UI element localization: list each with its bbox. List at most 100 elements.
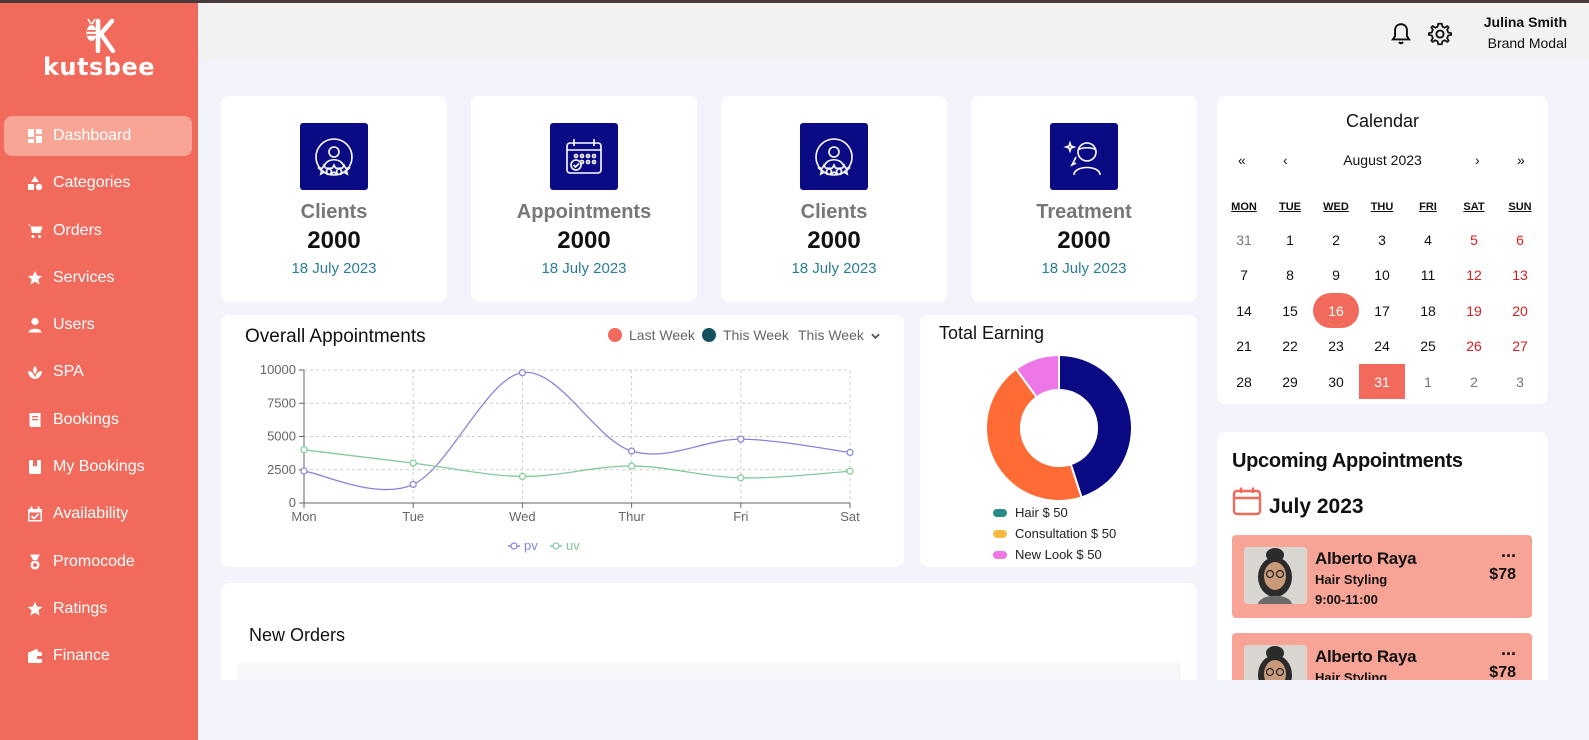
bell-icon[interactable] — [1388, 21, 1414, 47]
y-tick-label: 10000 — [260, 362, 296, 377]
calendar-day[interactable]: 17 — [1359, 293, 1405, 328]
appointment-price: $78 — [1489, 566, 1516, 583]
calendar-day[interactable]: 2 — [1313, 222, 1359, 257]
appointments-chart-card: Overall Appointments Last Week This Week… — [221, 315, 904, 567]
calendar-day-today[interactable]: 16 — [1313, 293, 1359, 328]
prev-month-button[interactable]: ‹ — [1283, 152, 1288, 168]
appointment-client-name: Alberto Raya — [1315, 549, 1417, 568]
calendar-day[interactable]: 5 — [1451, 222, 1497, 257]
calendar-day[interactable]: 19 — [1451, 293, 1497, 328]
sidebar-item-categories[interactable]: Categories — [4, 163, 192, 203]
stat-card-clients[interactable]: Clients 2000 18 July 2023 — [721, 96, 947, 302]
sidebar-item-users[interactable]: Users — [4, 305, 192, 345]
stat-card-clients[interactable]: Clients 2000 18 July 2023 — [221, 96, 447, 302]
sidebar-item-orders[interactable]: Orders — [4, 211, 192, 251]
series-line-uv — [303, 449, 851, 479]
calendar-day[interactable]: 13 — [1497, 258, 1543, 293]
calendar-day[interactable]: 1 — [1267, 222, 1313, 257]
calendar-day[interactable]: 4 — [1405, 222, 1451, 257]
calendar-day[interactable]: 26 — [1451, 329, 1497, 364]
weekday-tue: TUE — [1279, 201, 1301, 213]
calendar-day[interactable]: 23 — [1313, 329, 1359, 364]
sidebar-item-finance[interactable]: Finance — [4, 636, 192, 676]
sidebar-item-services[interactable]: Services — [4, 258, 192, 298]
weekday-sat: SAT — [1463, 201, 1485, 213]
calendar-day[interactable]: 6 — [1497, 222, 1543, 257]
stat-title: Appointments — [516, 201, 652, 223]
calendar-day[interactable]: 29 — [1267, 364, 1313, 399]
treatment-icon — [1050, 123, 1118, 190]
calendar-day-selected[interactable]: 31 — [1359, 364, 1405, 399]
earning-card: Total Earning Hair $ 50 Consultation $ 50… — [920, 315, 1197, 567]
calendar-day[interactable]: 7 — [1221, 258, 1267, 293]
sidebar-item-promocode[interactable]: Promocode — [4, 542, 192, 582]
calendar-day[interactable]: 9 — [1313, 258, 1359, 293]
calendar-day[interactable]: 2 — [1451, 364, 1497, 399]
earning-legend-item: New Look $ 50 — [993, 547, 1102, 562]
legend-marker-pv — [510, 542, 518, 550]
sidebar-item-availability[interactable]: Availability — [4, 494, 192, 534]
calendar-day[interactable]: 22 — [1267, 329, 1313, 364]
weekday-sun: SUN — [1508, 201, 1532, 213]
calendar-day[interactable]: 3 — [1497, 364, 1543, 399]
calendar-day[interactable]: 10 — [1359, 258, 1405, 293]
appointment-price: $78 — [1489, 664, 1516, 680]
calendar-day[interactable]: 30 — [1313, 364, 1359, 399]
sidebar-item-label: Promocode — [53, 552, 135, 570]
data-point-pv — [300, 467, 308, 475]
upcoming-title: Upcoming Appointments — [1232, 450, 1463, 472]
calendar-day[interactable]: 8 — [1267, 258, 1313, 293]
data-point-uv — [846, 467, 854, 475]
legend-marker-uv — [552, 542, 560, 550]
sidebar-item-label: Dashboard — [53, 127, 132, 144]
calendar-day[interactable]: 14 — [1221, 293, 1267, 328]
calendar-day[interactable]: 18 — [1405, 293, 1451, 328]
appointment-item[interactable]: Alberto RayaHair Styling9:00-11:00...$78 — [1232, 633, 1532, 680]
calendar-day[interactable]: 15 — [1267, 293, 1313, 328]
sidebar-item-dashboard[interactable]: Dashboard — [4, 116, 192, 156]
sidebar-item-spa[interactable]: SPA — [4, 352, 192, 392]
sidebar-item-bookings[interactable]: Bookings — [4, 400, 192, 440]
sidebar-item-my-bookings[interactable]: My Bookings — [4, 447, 192, 487]
data-point-uv — [628, 462, 636, 470]
sidebar-item-ratings[interactable]: Ratings — [4, 589, 192, 629]
upcoming-month: July 2023 — [1269, 495, 1364, 518]
calendar-day[interactable]: 1 — [1405, 364, 1451, 399]
more-options-icon[interactable]: ... — [1501, 541, 1516, 562]
brand-logo[interactable]: kutsbee — [0, 17, 198, 81]
calendar-day[interactable]: 11 — [1405, 258, 1451, 293]
appointment-client-name: Alberto Raya — [1315, 647, 1417, 666]
calendar-day[interactable]: 21 — [1221, 329, 1267, 364]
sidebar-item-label: Bookings — [53, 410, 119, 428]
next-month-button[interactable]: › — [1475, 152, 1480, 168]
gear-icon[interactable] — [1427, 21, 1453, 47]
x-tick-label: Thur — [618, 509, 645, 524]
calendar-day[interactable]: 24 — [1359, 329, 1405, 364]
stat-date: 18 July 2023 — [541, 260, 627, 277]
sidebar-item-label: Users — [53, 316, 95, 334]
calendar-day[interactable]: 3 — [1359, 222, 1405, 257]
prev-year-button[interactable]: « — [1238, 152, 1246, 168]
star-icon — [26, 600, 44, 618]
calendar-day[interactable]: 28 — [1221, 364, 1267, 399]
clients-star-icon — [800, 123, 868, 190]
stat-card-treatment[interactable]: Treatment 2000 18 July 2023 — [971, 96, 1197, 302]
legend-label-uv: uv — [566, 538, 580, 553]
calendar-day[interactable]: 20 — [1497, 293, 1543, 328]
stat-date: 18 July 2023 — [291, 260, 377, 277]
calendar-month: August 2023 — [1343, 152, 1422, 168]
data-point-pv — [846, 448, 854, 457]
sidebar-item-label: Orders — [53, 221, 102, 239]
calendar-day[interactable]: 25 — [1405, 329, 1451, 364]
calendar-day[interactable]: 12 — [1451, 258, 1497, 293]
appointment-item[interactable]: Alberto RayaHair Styling9:00-11:00...$78 — [1232, 535, 1532, 618]
calendar-day[interactable]: 27 — [1497, 329, 1543, 364]
more-options-icon[interactable]: ... — [1501, 639, 1516, 660]
calendar-day[interactable]: 31 — [1221, 222, 1267, 257]
series-line-pv — [303, 371, 851, 491]
next-year-button[interactable]: » — [1517, 152, 1525, 168]
earning-legend-label: Consultation $ 50 — [1015, 526, 1117, 541]
calendar-card: Calendar August 2023 « ‹ › » MON TUE WED TH… — [1217, 96, 1548, 404]
user-name[interactable]: Julina Smith — [1484, 14, 1567, 30]
stat-card-appointments[interactable]: Appointments 2000 18 July 2023 — [471, 96, 697, 302]
